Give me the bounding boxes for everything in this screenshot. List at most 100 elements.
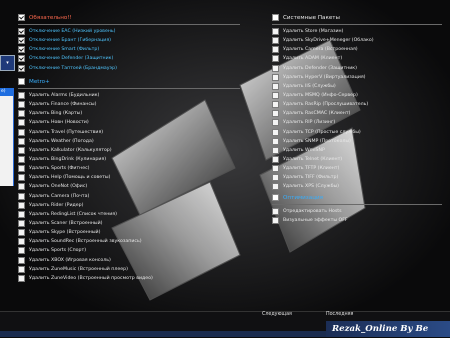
list-item[interactable]: Удалить ZuneVideo (Встроенный просмотр в… <box>18 274 240 283</box>
checkbox[interactable] <box>18 55 25 63</box>
list-item[interactable]: Отключение ЕАС (Низкий уровень) <box>18 27 240 36</box>
list-item[interactable]: Удалить Camera (Почта) <box>18 192 240 201</box>
list-item[interactable]: Удалить Telnet (Клиент) <box>272 155 442 164</box>
list-item[interactable]: Удалить HyperV (Виртуализация) <box>272 73 442 82</box>
checkbox[interactable] <box>272 137 279 145</box>
section-optimization-checkbox[interactable] <box>272 194 279 201</box>
list-item[interactable]: Удалить Weather (Погода) <box>18 137 240 146</box>
checkbox[interactable] <box>18 238 25 246</box>
checkbox[interactable] <box>18 192 25 200</box>
list-item[interactable]: Удалить ADAM (Клиент) <box>272 54 442 63</box>
list-item[interactable]: Отключение Defender (Защитник) <box>18 54 240 63</box>
section-mandatory-checkbox[interactable] <box>18 14 25 21</box>
checkbox[interactable] <box>272 110 279 118</box>
list-item[interactable]: Удалить Sports (Фитнес) <box>18 164 240 173</box>
checkbox[interactable] <box>18 156 25 164</box>
list-item[interactable]: Удалить Finance (Финансы) <box>18 100 240 109</box>
list-item[interactable]: Удалить XPS (Службы) <box>272 182 442 191</box>
list-item[interactable]: Удалить ZuneMusic (Встроенный плеер) <box>18 265 240 274</box>
list-item[interactable]: Отредактировать Hosts <box>272 207 442 216</box>
list-item[interactable]: Удалить RedingList (Список чтения) <box>18 210 240 219</box>
list-item[interactable]: Удалить Camera (Встроенная) <box>272 45 442 54</box>
list-item[interactable]: Удалить Новн (Новости) <box>18 118 240 127</box>
checkbox[interactable] <box>18 247 25 255</box>
checkbox[interactable] <box>18 183 25 191</box>
checkbox[interactable] <box>18 146 25 154</box>
checkbox[interactable] <box>272 73 279 81</box>
checkbox[interactable] <box>18 128 25 136</box>
list-item[interactable]: Удалить WmiSNP <box>272 146 442 155</box>
checkbox[interactable] <box>272 101 279 109</box>
checkbox[interactable] <box>18 101 25 109</box>
list-item[interactable]: Удалить Sports (Спорт) <box>18 246 240 255</box>
checkbox[interactable] <box>272 119 279 127</box>
checkbox[interactable] <box>272 146 279 154</box>
checkbox[interactable] <box>272 37 279 45</box>
list-item[interactable]: Удалить Skype (Встроенный) <box>18 228 240 237</box>
checkbox[interactable] <box>18 201 25 209</box>
checkbox[interactable] <box>18 37 25 45</box>
checkbox[interactable] <box>18 110 25 118</box>
item-label: Удалить Kalkulator (Калькулятор) <box>29 147 112 153</box>
section-metro-checkbox[interactable] <box>18 78 25 85</box>
checkbox[interactable] <box>272 165 279 173</box>
checkbox[interactable] <box>18 174 25 182</box>
list-item[interactable]: Визуальные эффекты OFF <box>272 216 442 225</box>
checkbox[interactable] <box>272 55 279 63</box>
checkbox[interactable] <box>272 208 279 216</box>
checkbox[interactable] <box>272 156 279 164</box>
list-item[interactable]: Удалить RIP (Лизинг) <box>272 118 442 127</box>
list-item[interactable]: Удалить BingDrink (Кулинария) <box>18 155 240 164</box>
checkbox[interactable] <box>18 64 25 72</box>
list-item[interactable]: Удалить Help (Помощь и советы) <box>18 173 240 182</box>
checkbox[interactable] <box>18 220 25 228</box>
checkbox[interactable] <box>18 165 25 173</box>
section-system-checkbox[interactable] <box>272 14 279 21</box>
next-button[interactable]: Следующая <box>262 312 292 317</box>
list-item[interactable]: Отключение Smart (Фильтр) <box>18 45 240 54</box>
checkbox[interactable] <box>18 229 25 237</box>
checkbox[interactable] <box>272 217 279 225</box>
checkbox[interactable] <box>18 274 25 282</box>
list-item[interactable]: Отключение Таптоей (Брандмауэр) <box>18 64 240 73</box>
list-item[interactable]: Отключение Брант (Гибернация) <box>18 36 240 45</box>
checkbox[interactable] <box>18 46 25 54</box>
list-item[interactable]: Удалить IIS (Службы) <box>272 82 442 91</box>
checkbox[interactable] <box>18 265 25 273</box>
list-item[interactable]: Удалить XBOX (Игровая консоль) <box>18 256 240 265</box>
last-button[interactable]: Последняя <box>326 312 353 317</box>
list-item[interactable]: Удалить SoundRec (Встроенный звукозапись… <box>18 237 240 246</box>
list-item[interactable]: Удалить OneNot (Офис) <box>18 182 240 191</box>
checkbox[interactable] <box>272 92 279 100</box>
list-item[interactable]: Удалить MSMQ (Инфо-Сервер) <box>272 91 442 100</box>
list-item[interactable]: Удалить Scaner (Встроенный) <box>18 219 240 228</box>
list-item[interactable]: Удалить SNMP (Протоколы) <box>272 137 442 146</box>
checkbox[interactable] <box>272 82 279 90</box>
list-item[interactable]: Удалить RasCMAC (Клиент) <box>272 109 442 118</box>
checkbox[interactable] <box>272 183 279 191</box>
list-item[interactable]: Удалить Bing (Карты) <box>18 109 240 118</box>
checkbox[interactable] <box>272 28 279 36</box>
list-item[interactable]: Удалить RasRip (Прослушиватель) <box>272 100 442 109</box>
list-item[interactable]: Удалить TCP (Простые службы) <box>272 128 442 137</box>
list-item[interactable]: Удалить Kalkulator (Калькулятор) <box>18 146 240 155</box>
checkbox[interactable] <box>18 119 25 127</box>
checkbox[interactable] <box>272 174 279 182</box>
checkbox[interactable] <box>18 28 25 36</box>
list-item[interactable]: Удалить Travel (Путешествия) <box>18 128 240 137</box>
checkbox[interactable] <box>272 64 279 72</box>
list-item[interactable]: Удалить Defender (Защитник) <box>272 64 442 73</box>
checkbox[interactable] <box>272 46 279 54</box>
list-item[interactable]: Удалить Store (Магазин) <box>272 27 442 36</box>
checkbox[interactable] <box>18 210 25 218</box>
chevron-down-icon[interactable]: ▾ <box>0 55 15 71</box>
checkbox[interactable] <box>18 256 25 264</box>
list-item[interactable]: Удалить TIFF (Фильтр) <box>272 173 442 182</box>
checkbox[interactable] <box>18 92 25 100</box>
list-item[interactable]: Удалить SkyDrive+Meneger (Облако) <box>272 36 442 45</box>
list-item[interactable]: Удалить TFTP (Клиент) <box>272 164 442 173</box>
checkbox[interactable] <box>18 137 25 145</box>
list-item[interactable]: Удалить Rider (Ридер) <box>18 201 240 210</box>
list-item[interactable]: Удалить Alarms (Будильник) <box>18 91 240 100</box>
checkbox[interactable] <box>272 128 279 136</box>
